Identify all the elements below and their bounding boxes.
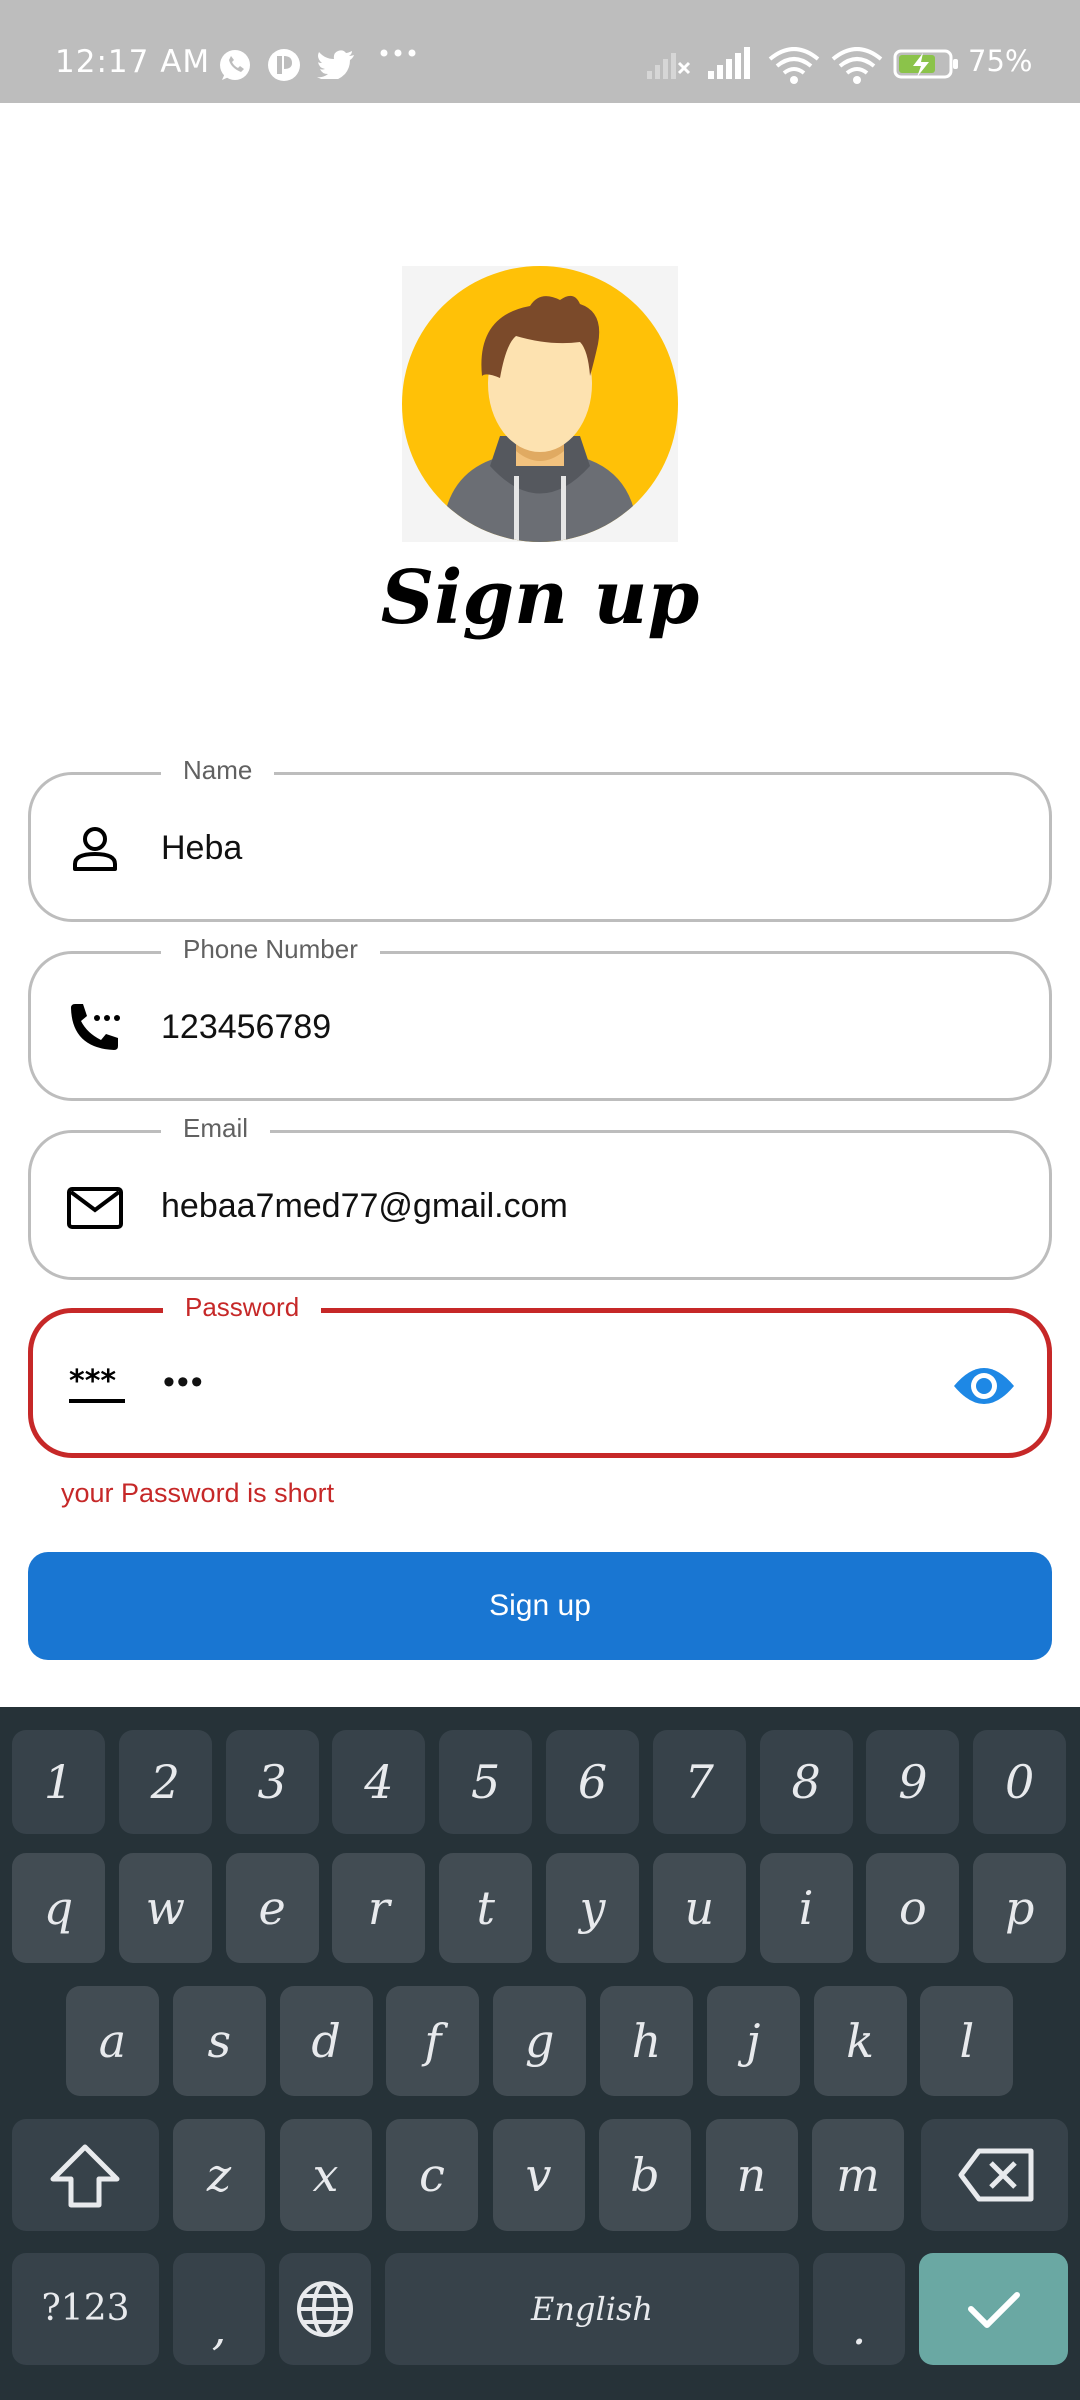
more-icon (380, 49, 416, 57)
key-a[interactable]: a (66, 1986, 159, 2096)
enter-key[interactable] (919, 2253, 1068, 2365)
app-icon (268, 49, 300, 81)
password-input[interactable]: ••• (163, 1359, 205, 1405)
eye-icon[interactable] (951, 1356, 1017, 1416)
key-e[interactable]: e (225, 1853, 319, 1963)
signal-off-icon (647, 53, 691, 79)
key-6[interactable]: 6 (546, 1730, 639, 1834)
whatsapp-icon (220, 50, 250, 80)
key-x[interactable]: x (279, 2119, 372, 2231)
key-n[interactable]: n (705, 2119, 798, 2231)
key-u[interactable]: u (652, 1853, 746, 1963)
key-y[interactable]: y (546, 1853, 639, 1963)
key-h[interactable]: h (600, 1986, 693, 2096)
name-field[interactable]: Name Heba (28, 750, 1052, 922)
language-key[interactable] (279, 2253, 371, 2365)
key-5[interactable]: 5 (439, 1730, 533, 1834)
key-f[interactable]: f (386, 1986, 480, 2096)
name-label: Name (161, 750, 275, 790)
key-j[interactable]: j (706, 1986, 800, 2096)
key-1[interactable]: 1 (12, 1730, 105, 1834)
battery-level: 75% (968, 44, 1033, 78)
email-field[interactable]: Email hebaa7med77@gmail.com (28, 1108, 1052, 1280)
key-q[interactable]: q (12, 1853, 105, 1963)
key-i[interactable]: i (759, 1853, 853, 1963)
key-3[interactable]: 3 (225, 1730, 319, 1834)
key-l[interactable]: l (920, 1986, 1014, 2096)
phone-input[interactable]: 123456789 (161, 1004, 331, 1050)
globe-icon (297, 2281, 353, 2337)
twitter-icon (317, 50, 354, 79)
email-input[interactable]: hebaa7med77@gmail.com (161, 1183, 568, 1229)
backspace-key[interactable] (921, 2119, 1068, 2231)
name-input[interactable]: Heba (161, 825, 242, 871)
battery-charging-icon (893, 49, 958, 79)
key-4[interactable]: 4 (332, 1730, 426, 1834)
page-title: Sign up (380, 555, 700, 641)
password-label: Password (163, 1287, 322, 1327)
status-time: 12:17 AM (55, 44, 211, 80)
key-g[interactable]: g (493, 1986, 587, 2096)
symbols-key[interactable]: ?123 (12, 2253, 159, 2365)
key-k[interactable]: k (813, 1986, 907, 2096)
mail-icon (67, 1187, 123, 1229)
key-t[interactable]: t (439, 1853, 533, 1963)
phone-icon (71, 1004, 120, 1050)
shift-icon (50, 2144, 120, 2208)
avatar-illustration (402, 266, 678, 542)
signal-icon (708, 47, 750, 79)
key-c[interactable]: c (386, 2119, 478, 2231)
backspace-icon (958, 2148, 1034, 2202)
phone-label: Phone Number (161, 929, 380, 969)
email-label: Email (161, 1108, 271, 1148)
key-b[interactable]: b (599, 2119, 691, 2231)
wifi-icon (768, 47, 820, 84)
check-icon (968, 2292, 1020, 2328)
key-o[interactable]: o (866, 1853, 960, 1963)
wifi-icon (831, 47, 883, 84)
key-9[interactable]: 9 (866, 1730, 960, 1834)
comma-key[interactable]: , (173, 2253, 265, 2365)
period-key[interactable]: . (813, 2253, 905, 2365)
person-icon (73, 827, 117, 871)
sign-up-button[interactable]: Sign up (28, 1552, 1052, 1660)
phone-field[interactable]: Phone Number 123456789 (28, 929, 1052, 1101)
key-d[interactable]: d (279, 1986, 373, 2096)
key-v[interactable]: v (492, 2119, 585, 2231)
status-bar: 12:17 AM 75% (0, 0, 1080, 103)
key-s[interactable]: s (172, 1986, 266, 2096)
password-error-text: your Password is short (61, 1478, 335, 1508)
key-w[interactable]: w (118, 1853, 212, 1963)
key-7[interactable]: 7 (652, 1730, 746, 1834)
password-icon: *** (69, 1364, 125, 1403)
key-z[interactable]: z (173, 2119, 265, 2231)
shift-key[interactable] (12, 2119, 159, 2231)
key-0[interactable]: 0 (973, 1730, 1067, 1834)
key-p[interactable]: p (973, 1853, 1067, 1963)
sign-up-screen: 12:17 AM 75% Sign up Name Heba Phone Num… (0, 0, 1080, 2400)
keyboard: 1234567890 qwertyuiop asdfghjkl zxcvbnm … (0, 1707, 1080, 2400)
key-8[interactable]: 8 (759, 1730, 853, 1834)
key-r[interactable]: r (332, 1853, 426, 1963)
avatar (402, 266, 678, 542)
password-field[interactable]: Password *** ••• (28, 1287, 1052, 1458)
space-key[interactable]: English (385, 2253, 799, 2365)
svg-text:***: *** (69, 1364, 116, 1399)
key-m[interactable]: m (812, 2119, 904, 2231)
key-2[interactable]: 2 (118, 1730, 212, 1834)
